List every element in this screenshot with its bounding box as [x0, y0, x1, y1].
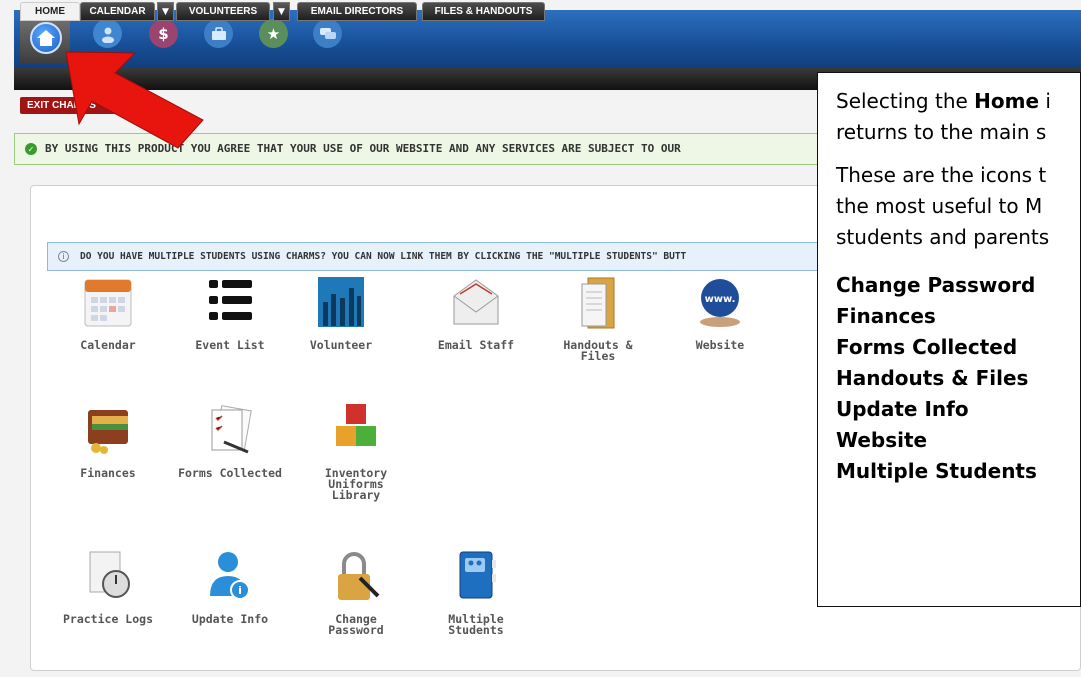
callout-item: Multiple Students — [836, 459, 1037, 483]
callout-line2: returns to the main s — [836, 120, 1047, 144]
app-event-list[interactable]: Event List — [175, 274, 285, 351]
app-finances[interactable]: Finances — [53, 402, 163, 479]
tab-email-directors[interactable]: EMAIL DIRECTORS — [297, 2, 417, 21]
app-inventory[interactable]: Inventory Uniforms Library — [301, 402, 411, 501]
tab-volunteers[interactable]: VOLUNTEERS — [176, 2, 270, 21]
list-icon — [204, 274, 256, 334]
callout-item: Update Info — [836, 397, 969, 421]
callout-line5: students and parents — [836, 225, 1050, 249]
volunteer-label: Volunteer — [309, 338, 373, 352]
change-password-label: Change Password — [328, 612, 384, 637]
practice-logs-label: Practice Logs — [62, 612, 153, 626]
callout-line3: These are the icons t — [836, 163, 1047, 187]
volunteer-icon — [315, 274, 367, 334]
padlock-icon — [330, 548, 382, 608]
finances-label: Finances — [80, 466, 136, 480]
callout-line1-post: i — [1039, 89, 1051, 113]
app-practice-logs[interactable]: Practice Logs — [53, 548, 163, 625]
app-change-password[interactable]: Change Password — [301, 548, 411, 636]
multiple-students-label: Multiple Students — [448, 612, 504, 637]
check-icon: ✓ — [25, 143, 37, 155]
home-icon[interactable] — [30, 22, 62, 54]
event-list-label: Event List — [195, 338, 265, 352]
calendar-dropdown-icon[interactable]: ▼ — [157, 2, 174, 21]
app-calendar[interactable]: Calendar — [53, 274, 163, 351]
callout-line1-pre: Selecting the — [836, 89, 975, 113]
globe-icon: www. — [694, 274, 746, 334]
update-info-label: Update Info — [191, 612, 269, 626]
app-update-info[interactable]: i Update Info — [175, 548, 285, 625]
dollar-icon[interactable]: $ — [149, 19, 178, 48]
blocks-icon — [330, 402, 382, 462]
callout-item: Change Password — [836, 273, 1036, 297]
app-forms-collected[interactable]: Forms Collected — [175, 402, 285, 479]
website-label: Website — [695, 338, 745, 352]
exit-charms-button[interactable]: EXIT CHARMS — [20, 97, 117, 114]
calendar-icon — [82, 274, 134, 334]
svg-text:www.: www. — [705, 294, 736, 305]
forms-label: Forms Collected — [178, 466, 282, 480]
user-info-icon: i — [204, 548, 256, 608]
user-icon[interactable] — [93, 19, 122, 48]
email-staff-label: Email Staff — [437, 338, 515, 352]
callout-home-word: Home — [974, 89, 1040, 113]
notice-text: DO YOU HAVE MULTIPLE STUDENTS USING CHAR… — [80, 251, 687, 262]
envelope-icon — [450, 274, 502, 334]
handouts-label: Handouts & Files — [563, 338, 633, 363]
chat-icon[interactable] — [313, 19, 342, 48]
volunteers-dropdown-icon[interactable]: ▼ — [273, 2, 290, 21]
forms-icon — [204, 402, 256, 462]
app-multiple-students[interactable]: Multiple Students — [421, 548, 531, 636]
app-website[interactable]: www. Website — [665, 274, 775, 351]
calendar-label: Calendar — [80, 338, 136, 352]
tab-calendar[interactable]: CALENDAR — [80, 2, 155, 21]
charms-app: $ ★ HOME CALENDAR ▼ VOLUNTEERS ▼ EMAIL D… — [0, 0, 1081, 677]
instruction-callout: Selecting the Home i returns to the main… — [817, 72, 1081, 607]
callout-item: Handouts & Files — [836, 366, 1029, 390]
app-handouts-files[interactable]: Handouts & Files — [543, 274, 653, 362]
briefcase-icon[interactable] — [204, 19, 233, 48]
app-email-staff[interactable]: Email Staff — [421, 274, 531, 351]
app-volunteer[interactable]: Volunteer — [286, 274, 396, 351]
wallet-icon — [82, 402, 134, 462]
callout-item: Website — [836, 428, 928, 452]
star-icon[interactable]: ★ — [259, 19, 288, 48]
info-icon: i — [58, 251, 69, 262]
svg-text:i: i — [238, 584, 242, 597]
folder-icon — [572, 274, 624, 334]
address-book-icon — [450, 548, 502, 608]
agreement-text: BY USING THIS PRODUCT YOU AGREE THAT YOU… — [45, 142, 681, 155]
inventory-label: Inventory Uniforms Library — [324, 466, 388, 502]
callout-item: Finances — [836, 304, 936, 328]
callout-line4: the most useful to M — [836, 194, 1043, 218]
stopwatch-icon — [82, 548, 134, 608]
callout-item: Forms Collected — [836, 335, 1018, 359]
tab-files-handouts[interactable]: FILES & HANDOUTS — [422, 2, 545, 21]
tab-home[interactable]: HOME — [20, 2, 80, 21]
